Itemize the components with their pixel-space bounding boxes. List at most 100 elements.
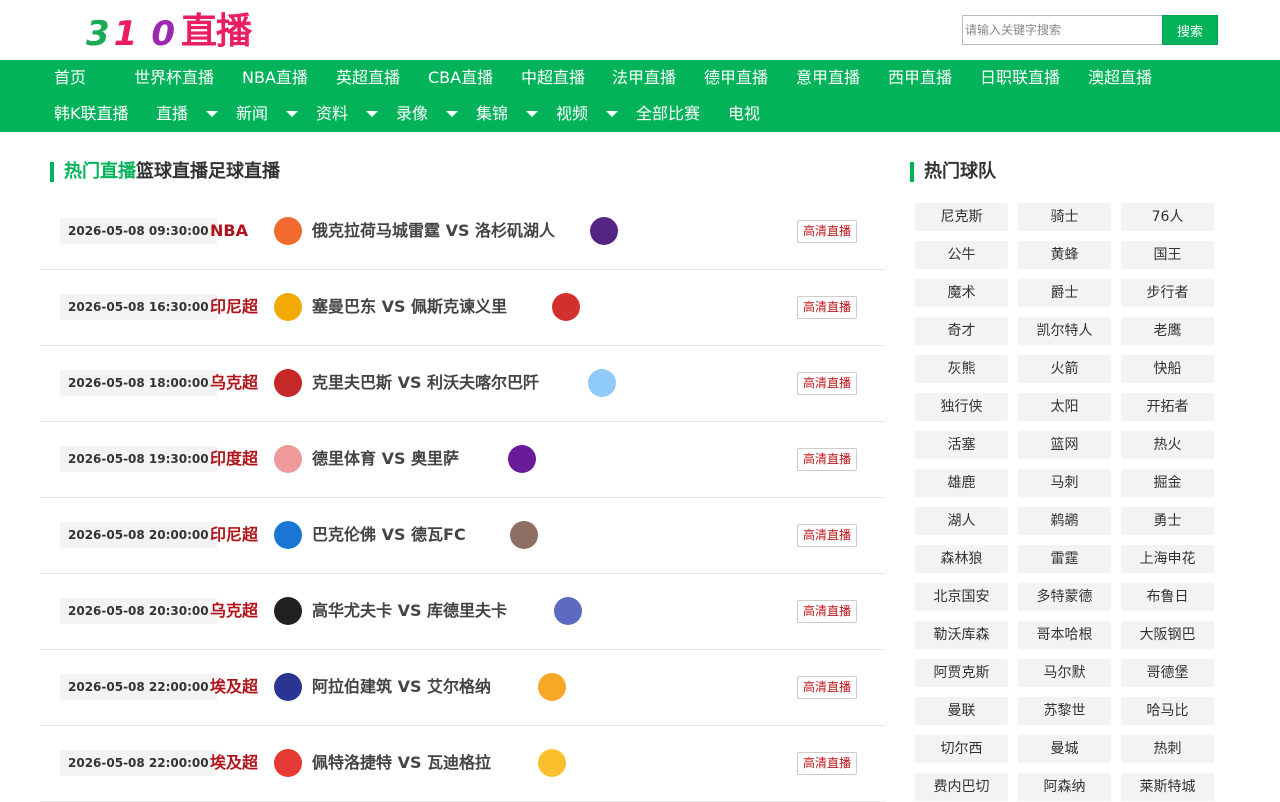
hot-team-link[interactable]: 篮网 [1018, 431, 1111, 459]
hot-team-link[interactable]: 雷霆 [1018, 545, 1111, 573]
hot-team-link[interactable]: 骑士 [1018, 203, 1111, 231]
nav-item-data[interactable]: 资料 [316, 96, 348, 132]
nav-item-nba[interactable]: NBA直播 [242, 60, 308, 96]
hot-team-link[interactable]: 奇才 [915, 317, 1008, 345]
nav-item-laliga[interactable]: 西甲直播 [888, 60, 952, 96]
search-button[interactable]: 搜索 [1162, 15, 1218, 45]
nav-item-news[interactable]: 新闻 [236, 96, 268, 132]
hot-team-link[interactable]: 雄鹿 [915, 469, 1008, 497]
match-league[interactable]: 乌克超 [210, 370, 258, 396]
hot-team-link[interactable]: 火箭 [1018, 355, 1111, 383]
hot-team-link[interactable]: 湖人 [915, 507, 1008, 535]
hot-team-link[interactable]: 北京国安 [915, 583, 1008, 611]
match-league[interactable]: NBA [210, 218, 248, 244]
nav-item-csl[interactable]: 中超直播 [521, 60, 585, 96]
hot-team-link[interactable]: 魔术 [915, 279, 1008, 307]
match-teams[interactable]: 克里夫巴斯 VS 利沃夫喀尔巴阡 [312, 370, 539, 396]
hot-team-link[interactable]: 鹈鹕 [1018, 507, 1111, 535]
hd-live-button[interactable]: 高清直播 [797, 448, 858, 471]
search-input[interactable] [962, 15, 1162, 45]
match-row[interactable]: 2026-05-08 09:30:00 NBA 俄克拉荷马城雷霆 VS 洛杉矶湖人 高… [40, 194, 885, 270]
hot-team-link[interactable]: 独行侠 [915, 393, 1008, 421]
hot-team-link[interactable]: 马尔默 [1018, 659, 1111, 687]
nav-item-bundesliga[interactable]: 德甲直播 [704, 60, 768, 96]
chevron-down-icon[interactable] [286, 111, 298, 117]
hot-team-link[interactable]: 步行者 [1121, 279, 1214, 307]
hot-team-link[interactable]: 勇士 [1121, 507, 1214, 535]
hd-live-button[interactable]: 高清直播 [797, 372, 858, 395]
chevron-down-icon[interactable] [206, 111, 218, 117]
hot-team-link[interactable]: 上海申花 [1121, 545, 1214, 573]
hot-team-link[interactable]: 爵士 [1018, 279, 1111, 307]
nav-item-home[interactable]: 首页 [54, 60, 86, 96]
nav-item-tv[interactable]: 电视 [728, 96, 760, 132]
match-league[interactable]: 印尼超 [210, 522, 258, 548]
match-league[interactable]: 埃及超 [210, 750, 258, 776]
hd-live-button[interactable]: 高清直播 [797, 296, 858, 319]
hot-team-link[interactable]: 哥本哈根 [1018, 621, 1111, 649]
hot-team-link[interactable]: 布鲁日 [1121, 583, 1214, 611]
hot-team-link[interactable]: 公牛 [915, 241, 1008, 269]
nav-item-aleague[interactable]: 澳超直播 [1088, 60, 1152, 96]
hot-team-link[interactable]: 快船 [1121, 355, 1214, 383]
match-row[interactable]: 2026-05-08 19:30:00 印度超 德里体育 VS 奥里萨 高清直播 [40, 422, 885, 498]
nav-item-cba[interactable]: CBA直播 [428, 60, 493, 96]
hot-team-link[interactable]: 曼城 [1018, 735, 1111, 763]
match-teams[interactable]: 德里体育 VS 奥里萨 [312, 446, 459, 472]
tab-basketball-live[interactable]: 篮球直播 [136, 161, 208, 182]
match-teams[interactable]: 佩特洛捷特 VS 瓦迪格拉 [312, 750, 491, 776]
chevron-down-icon[interactable] [526, 111, 538, 117]
chevron-down-icon[interactable] [366, 111, 378, 117]
hot-team-link[interactable]: 森林狼 [915, 545, 1008, 573]
match-league[interactable]: 埃及超 [210, 674, 258, 700]
hot-team-link[interactable]: 哈马比 [1121, 697, 1214, 725]
nav-item-all-matches[interactable]: 全部比赛 [636, 96, 700, 132]
tab-hot-live[interactable]: 热门直播 [64, 161, 136, 182]
hot-team-link[interactable]: 国王 [1121, 241, 1214, 269]
hot-team-link[interactable]: 黄蜂 [1018, 241, 1111, 269]
match-league[interactable]: 乌克超 [210, 598, 258, 624]
hot-team-link[interactable]: 曼联 [915, 697, 1008, 725]
hot-team-link[interactable]: 尼克斯 [915, 203, 1008, 231]
hot-team-link[interactable]: 凯尔特人 [1018, 317, 1111, 345]
match-row[interactable]: 2026-05-08 20:00:00 印尼超 巴克伦佛 VS 德瓦FC 高清直播 [40, 498, 885, 574]
site-logo[interactable]: 3 1 0 直播 [86, 10, 252, 54]
hot-team-link[interactable]: 热刺 [1121, 735, 1214, 763]
match-teams[interactable]: 俄克拉荷马城雷霆 VS 洛杉矶湖人 [312, 218, 555, 244]
match-row[interactable]: 2026-05-08 22:00:00 埃及超 佩特洛捷特 VS 瓦迪格拉 高清直播 [40, 726, 885, 802]
hot-team-link[interactable]: 费内巴切 [915, 773, 1008, 801]
hot-team-link[interactable]: 大阪钢巴 [1121, 621, 1214, 649]
chevron-down-icon[interactable] [446, 111, 458, 117]
hot-team-link[interactable]: 灰熊 [915, 355, 1008, 383]
match-row[interactable]: 2026-05-08 20:30:00 乌克超 高华尤夫卡 VS 库德里夫卡 高清直播 [40, 574, 885, 650]
nav-item-worldcup[interactable]: 世界杯直播 [134, 60, 214, 96]
match-league[interactable]: 印度超 [210, 446, 258, 472]
match-row[interactable]: 2026-05-08 16:30:00 印尼超 塞曼巴东 VS 佩斯克谏义里 高清直播 [40, 270, 885, 346]
hot-team-link[interactable]: 热火 [1121, 431, 1214, 459]
hd-live-button[interactable]: 高清直播 [797, 676, 858, 699]
match-row[interactable]: 2026-05-08 18:00:00 乌克超 克里夫巴斯 VS 利沃夫喀尔巴阡 高清… [40, 346, 885, 422]
hot-team-link[interactable]: 开拓者 [1121, 393, 1214, 421]
hd-live-button[interactable]: 高清直播 [797, 752, 858, 775]
nav-item-replay[interactable]: 录像 [396, 96, 428, 132]
nav-item-epl[interactable]: 英超直播 [336, 60, 400, 96]
hot-team-link[interactable]: 苏黎世 [1018, 697, 1111, 725]
hot-team-link[interactable]: 掘金 [1121, 469, 1214, 497]
hot-team-link[interactable]: 勒沃库森 [915, 621, 1008, 649]
hot-team-link[interactable]: 莱斯特城 [1121, 773, 1214, 801]
chevron-down-icon[interactable] [606, 111, 618, 117]
hot-team-link[interactable]: 多特蒙德 [1018, 583, 1111, 611]
match-teams[interactable]: 塞曼巴东 VS 佩斯克谏义里 [312, 294, 507, 320]
hot-team-link[interactable]: 切尔西 [915, 735, 1008, 763]
nav-item-jleague[interactable]: 日职联直播 [980, 60, 1060, 96]
hot-team-link[interactable]: 活塞 [915, 431, 1008, 459]
nav-item-seriea[interactable]: 意甲直播 [796, 60, 860, 96]
match-row[interactable]: 2026-05-08 22:00:00 埃及超 阿拉伯建筑 VS 艾尔格纳 高清直播 [40, 650, 885, 726]
match-teams[interactable]: 巴克伦佛 VS 德瓦FC [312, 522, 466, 548]
nav-item-live[interactable]: 直播 [156, 96, 188, 132]
hot-team-link[interactable]: 阿森纳 [1018, 773, 1111, 801]
match-teams[interactable]: 阿拉伯建筑 VS 艾尔格纳 [312, 674, 491, 700]
nav-item-kleague[interactable]: 韩K联直播 [54, 96, 129, 132]
hot-team-link[interactable]: 76人 [1121, 203, 1214, 231]
match-league[interactable]: 印尼超 [210, 294, 258, 320]
